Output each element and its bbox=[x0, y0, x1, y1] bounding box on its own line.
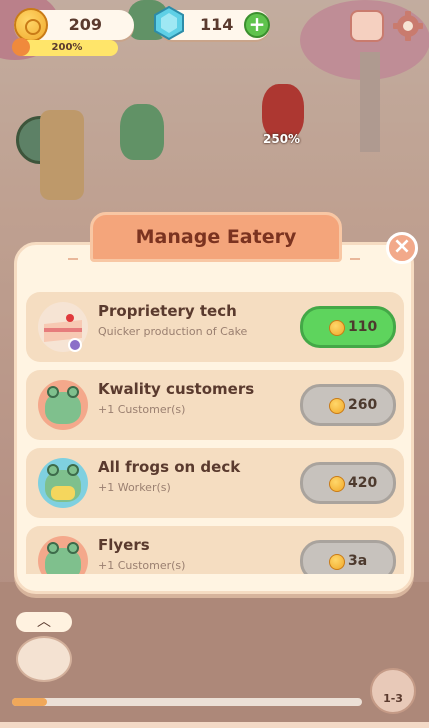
gem-count: 114 bbox=[200, 15, 234, 34]
coin-icon bbox=[329, 320, 345, 336]
frog-boost-label: 250% bbox=[263, 132, 301, 146]
cake-icon bbox=[38, 302, 88, 352]
map-level-button[interactable]: 1-3 bbox=[370, 668, 416, 714]
divider bbox=[350, 258, 360, 260]
upgrade-row: Kwality customers +1 Customer(s) 260 bbox=[26, 370, 404, 440]
upgrade-row: Flyers +1 Customer(s) 3a bbox=[26, 526, 404, 574]
upgrade-title: Proprietery tech bbox=[98, 302, 237, 320]
upgrade-price: 3a bbox=[348, 553, 368, 569]
frog-worker-icon bbox=[38, 458, 88, 508]
level-progress-fill bbox=[12, 698, 47, 706]
coin-count: 209 bbox=[68, 15, 102, 34]
upgrade-subtitle: +1 Customer(s) bbox=[98, 403, 186, 416]
coin-icon bbox=[329, 554, 345, 570]
buy-upgrade-button[interactable]: 260 bbox=[300, 384, 396, 426]
close-button[interactable]: × bbox=[386, 232, 418, 264]
multiplier-badge: 200% bbox=[12, 38, 118, 56]
upgrade-title: Flyers bbox=[98, 536, 150, 554]
coin-counter: 209 bbox=[14, 8, 134, 42]
expand-up-button[interactable]: ︿ bbox=[16, 612, 72, 632]
level-progress-bar bbox=[12, 698, 362, 706]
upgrade-subtitle: +1 Customer(s) bbox=[98, 559, 186, 572]
buy-upgrade-button[interactable]: 110 bbox=[300, 306, 396, 348]
upgrade-list[interactable]: Proprietery tech Quicker production of C… bbox=[26, 290, 404, 574]
buy-upgrade-button[interactable]: 3a bbox=[300, 540, 396, 574]
modal-title: Manage Eatery bbox=[90, 212, 342, 262]
buy-upgrade-button[interactable]: 420 bbox=[300, 462, 396, 504]
boost-icon bbox=[12, 38, 30, 56]
cooking-pan-icon[interactable] bbox=[16, 636, 72, 682]
coin-icon bbox=[329, 398, 345, 414]
frog-customer-icon bbox=[38, 536, 88, 574]
add-gems-button[interactable]: + bbox=[244, 12, 270, 38]
upgrade-title: All frogs on deck bbox=[98, 458, 241, 476]
calendar-icon[interactable] bbox=[350, 10, 384, 42]
gem-icon bbox=[154, 6, 184, 40]
upgrade-subtitle: Quicker production of Cake bbox=[98, 325, 248, 338]
upgrade-row: All frogs on deck +1 Worker(s) 420 bbox=[26, 448, 404, 518]
multiplier-value: 200% bbox=[51, 42, 83, 53]
upgrade-price: 420 bbox=[348, 475, 378, 491]
upgrade-price: 260 bbox=[348, 397, 378, 413]
frog-customer-icon bbox=[38, 380, 88, 430]
upgrade-subtitle: +1 Worker(s) bbox=[98, 481, 171, 494]
coin-icon bbox=[329, 476, 345, 492]
upgrade-price: 110 bbox=[348, 319, 378, 335]
upgrade-title: Kwality customers bbox=[98, 380, 255, 398]
coin-icon bbox=[14, 8, 48, 42]
divider bbox=[68, 258, 78, 260]
map-level-label: 1-3 bbox=[383, 692, 403, 705]
gear-icon[interactable] bbox=[392, 10, 424, 42]
upgrade-row: Proprietery tech Quicker production of C… bbox=[26, 292, 404, 362]
